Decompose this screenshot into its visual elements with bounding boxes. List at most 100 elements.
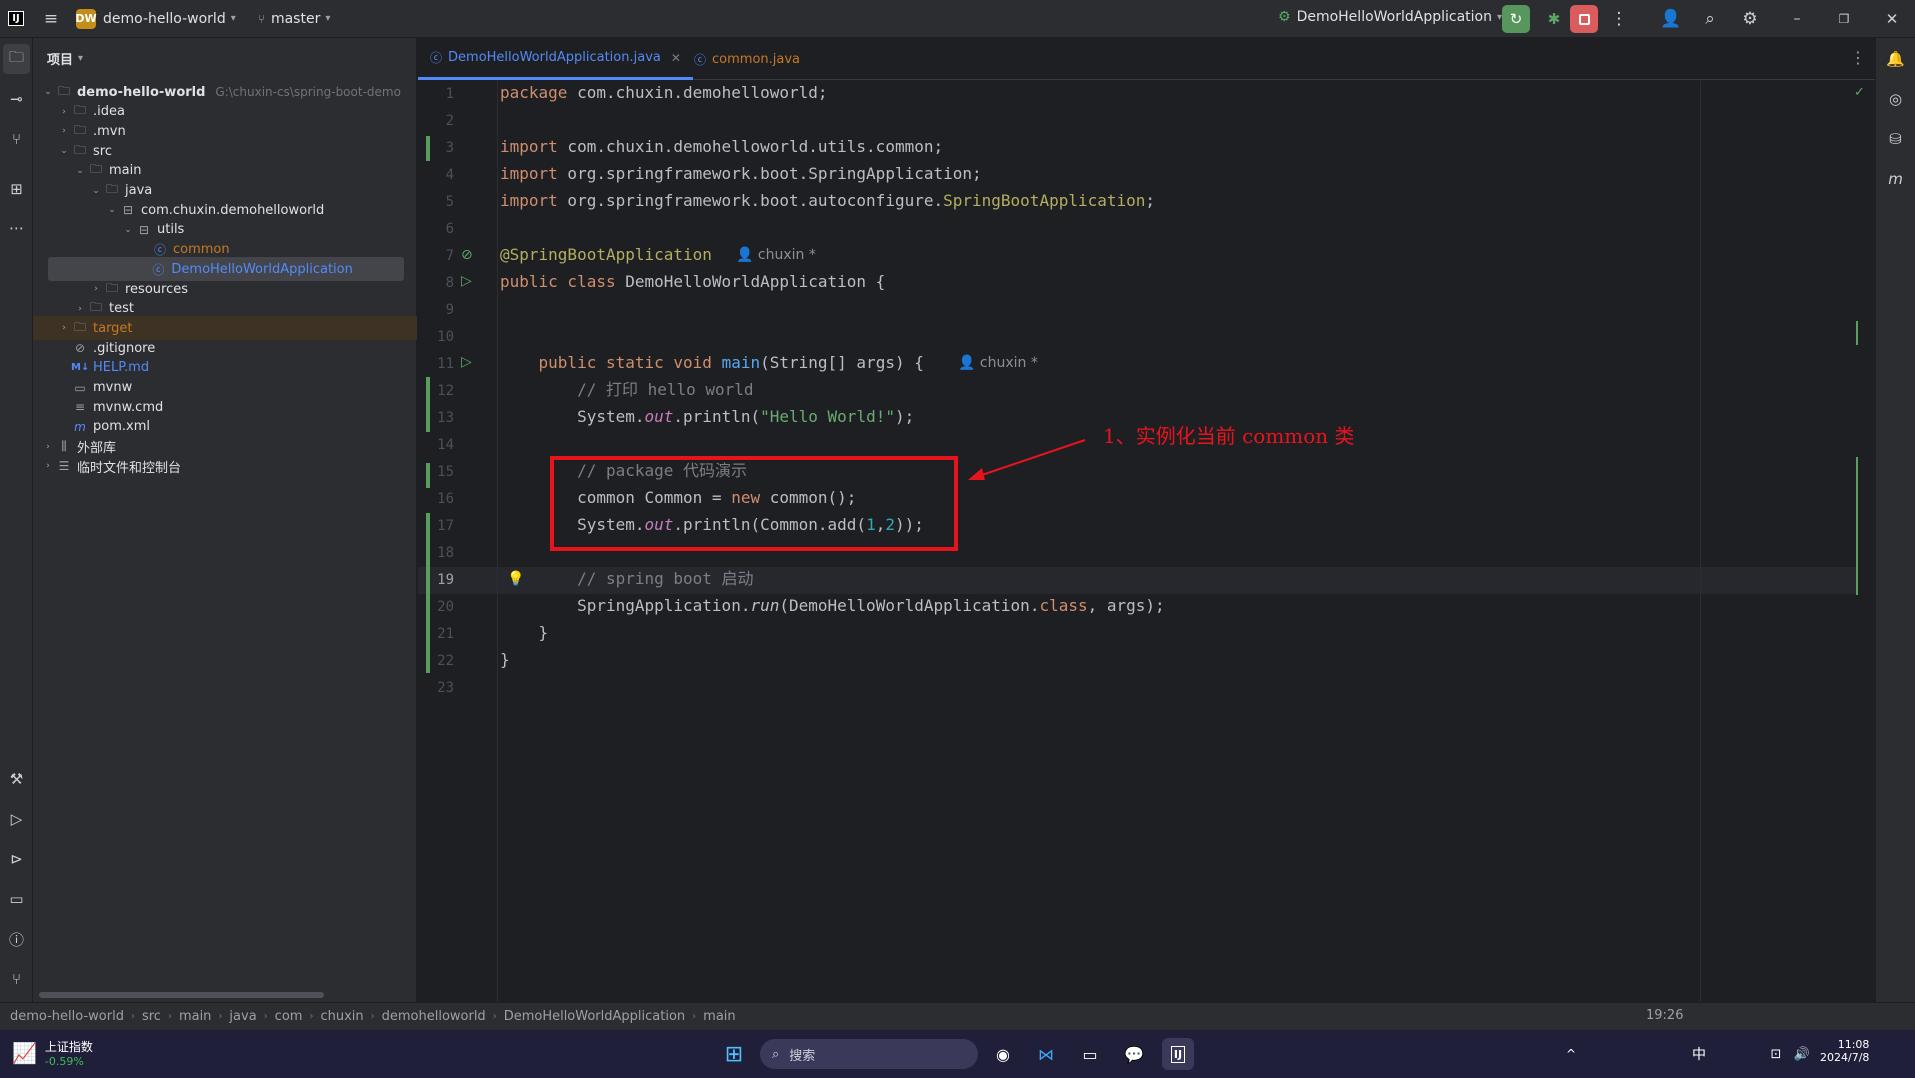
line-number[interactable]: 15	[418, 464, 454, 480]
line-number[interactable]: 9	[418, 302, 454, 318]
debug-icon[interactable]: ✱	[1540, 5, 1568, 33]
line-number[interactable]: 13	[418, 410, 454, 426]
chevron-down-icon[interactable]: ⌄	[121, 225, 135, 235]
line-number[interactable]: 5	[418, 194, 454, 210]
caret-position[interactable]: 19:26	[1646, 1008, 1683, 1023]
rerun-button[interactable]: ↻	[1502, 5, 1530, 33]
wechat-icon[interactable]: 💬	[1118, 1038, 1150, 1070]
terminal-icon[interactable]: ▭	[0, 884, 33, 914]
close-icon[interactable]: ✕	[1873, 0, 1911, 38]
run-icon[interactable]: ▷	[0, 804, 33, 834]
stock-widget[interactable]: 📈 上证指数 -0.59%	[12, 1038, 93, 1068]
line-number[interactable]: 4	[418, 167, 454, 183]
clock[interactable]: 11:08 2024/7/8	[1820, 1038, 1869, 1064]
breadcrumb-item[interactable]: src	[142, 1009, 161, 1024]
chevron-down-icon[interactable]: ⌄	[89, 186, 103, 196]
chevron-right-icon[interactable]: ›	[57, 107, 71, 117]
database-icon[interactable]: ⛁	[1879, 124, 1912, 154]
tray-chevron-up-icon[interactable]: ^	[1555, 1038, 1587, 1070]
line-number[interactable]: 14	[418, 437, 454, 453]
line-number[interactable]: 20	[418, 599, 454, 615]
vscode-icon[interactable]: ⋈	[1030, 1038, 1062, 1070]
maven-icon[interactable]: m	[1879, 164, 1912, 194]
windows-start-icon[interactable]: ⊞	[718, 1038, 750, 1070]
line-number[interactable]: 6	[418, 221, 454, 237]
chevron-down-icon[interactable]: ⌄	[73, 166, 87, 176]
services-icon[interactable]: ⊳	[0, 844, 33, 874]
line-number[interactable]: 22	[418, 653, 454, 669]
project-folder-icon[interactable]: 🗀	[3, 44, 30, 74]
pull-requests-icon[interactable]: ⑂	[0, 124, 33, 154]
chevron-down-icon[interactable]: ⌄	[57, 146, 71, 156]
horizontal-scrollbar[interactable]	[39, 992, 324, 998]
line-number[interactable]: 19	[418, 572, 454, 588]
tab-common[interactable]: ⓒ common.java	[682, 38, 812, 80]
chevron-down-icon[interactable]: ⌄	[41, 87, 55, 97]
code-with-me-icon[interactable]: 👤	[1652, 0, 1690, 38]
project-switcher[interactable]: DW demo-hello-world ▾	[75, 8, 236, 29]
run-config-selector[interactable]: ⚙ DemoHelloWorldApplication ▾	[1278, 9, 1502, 25]
tab-demohelloworldapplication[interactable]: ⓒ DemoHelloWorldApplication.java ✕	[418, 38, 693, 80]
more-actions-icon[interactable]: ⋮	[1600, 0, 1638, 38]
ai-assistant-icon[interactable]: ◎	[1879, 84, 1912, 114]
no-problems-check-icon[interactable]: ✓	[1854, 85, 1865, 100]
main-menu-icon[interactable]: ≡	[32, 0, 70, 38]
settings-gear-icon[interactable]: ⚙	[1731, 0, 1769, 38]
minimize-icon[interactable]: –	[1778, 0, 1816, 38]
author-inlay-hint[interactable]: 👤 chuxin *	[736, 247, 816, 263]
intellij-taskbar-icon[interactable]: IJ	[1162, 1038, 1194, 1070]
terminal-app-icon[interactable]: ▭	[1074, 1038, 1106, 1070]
line-number[interactable]: 11	[418, 356, 454, 372]
line-number[interactable]: 17	[418, 518, 454, 534]
spring-bean-icon[interactable]: ⊘	[461, 247, 473, 263]
line-number[interactable]: 16	[418, 491, 454, 507]
chevron-right-icon[interactable]: ›	[41, 442, 55, 452]
run-gutter-icon[interactable]: ▷	[461, 273, 472, 289]
breadcrumb-item[interactable]: chuxin	[320, 1009, 363, 1024]
breadcrumb-item[interactable]: java	[229, 1009, 256, 1024]
breadcrumb-item[interactable]: main	[703, 1009, 735, 1024]
breadcrumb-item[interactable]: main	[179, 1009, 211, 1024]
chevron-down-icon[interactable]: ⌄	[105, 205, 119, 215]
search-icon[interactable]: ⌕	[1691, 0, 1729, 38]
build-hammer-icon[interactable]: ⚒	[0, 764, 33, 794]
more-tools-icon[interactable]: ⋯	[0, 213, 33, 243]
tab-options-icon[interactable]: ⋮	[1850, 48, 1866, 67]
structure-icon[interactable]: ⊞	[0, 174, 33, 204]
notifications-bell-icon[interactable]: 🔔	[1879, 44, 1912, 74]
chevron-right-icon[interactable]: ›	[73, 304, 87, 314]
line-number[interactable]: 3	[418, 140, 454, 156]
problems-icon[interactable]: ⓘ	[0, 924, 33, 954]
line-number[interactable]: 10	[418, 329, 454, 345]
chevron-right-icon[interactable]: ›	[57, 126, 71, 136]
branch-switcher[interactable]: ⑂ master ▾	[258, 11, 331, 27]
breadcrumb-item[interactable]: DemoHelloWorldApplication	[504, 1009, 685, 1024]
line-number[interactable]: 8	[418, 275, 454, 291]
breadcrumb-item[interactable]: demo-hello-world	[10, 1009, 124, 1024]
tree-item[interactable]: › ☰ 临时文件和控制台	[33, 454, 417, 478]
line-number[interactable]: 1	[418, 86, 454, 102]
git-icon[interactable]: ⑂	[0, 964, 33, 994]
breadcrumb-item[interactable]: com	[275, 1009, 303, 1024]
project-panel-header[interactable]: 项目 ▾	[47, 49, 83, 68]
run-gutter-icon[interactable]: ▷	[461, 354, 472, 370]
volume-icon[interactable]: 🔊	[1786, 1038, 1818, 1070]
author-inlay-hint[interactable]: 👤 chuxin *	[958, 355, 1038, 371]
intellij-logo-icon[interactable]: IJ	[0, 0, 32, 38]
line-number[interactable]: 7	[418, 248, 454, 264]
line-number[interactable]: 18	[418, 545, 454, 561]
line-number[interactable]: 23	[418, 680, 454, 696]
ime-indicator[interactable]: 中	[1683, 1038, 1715, 1070]
chevron-right-icon[interactable]: ›	[89, 284, 103, 294]
breadcrumb-item[interactable]: demohelloworld	[382, 1009, 486, 1024]
line-number[interactable]: 2	[418, 113, 454, 129]
chevron-right-icon[interactable]: ›	[41, 461, 55, 471]
close-tab-icon[interactable]: ✕	[671, 51, 681, 65]
chevron-right-icon[interactable]: ›	[57, 323, 71, 333]
commit-icon[interactable]: ⊸	[0, 84, 33, 114]
line-number[interactable]: 12	[418, 383, 454, 399]
line-number[interactable]: 21	[418, 626, 454, 642]
taskbar-search-input[interactable]: ⌕ 搜索	[760, 1039, 978, 1069]
restore-icon[interactable]: ❐	[1825, 0, 1863, 38]
chrome-icon[interactable]: ◉	[987, 1038, 1019, 1070]
